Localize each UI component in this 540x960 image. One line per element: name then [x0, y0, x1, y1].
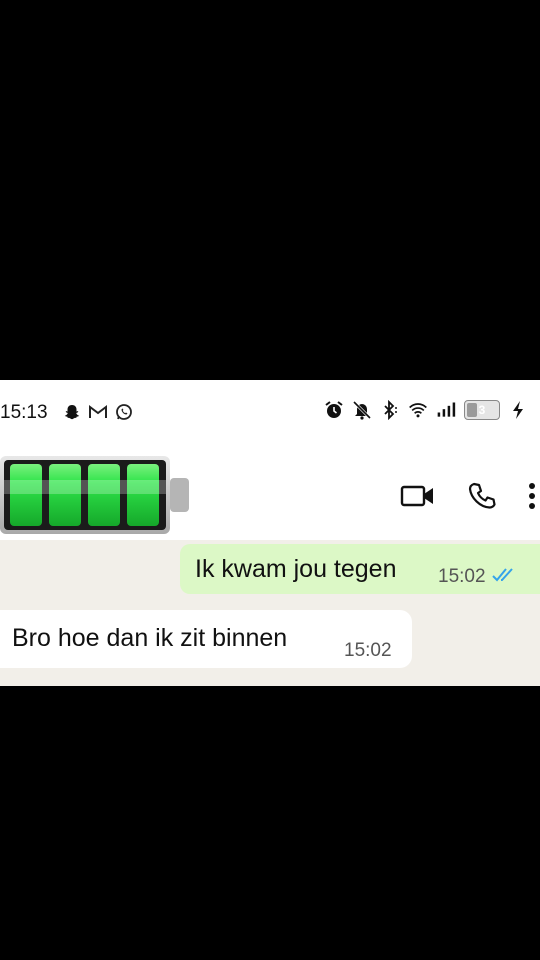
bluetooth-icon	[380, 400, 400, 420]
message-text: Ik kwam jou tegen	[195, 555, 397, 583]
message-time: 15:02	[344, 640, 392, 661]
battery-level: 3	[478, 403, 486, 417]
battery-indicator: 3	[464, 400, 500, 420]
more-options-icon[interactable]	[524, 478, 540, 514]
charging-icon	[508, 400, 528, 420]
header-actions	[398, 478, 540, 514]
phone-screen: 15:13 3 Ik kwam jou tegen 15:02 Bro hoe …	[0, 380, 540, 686]
notification-icons	[62, 402, 134, 422]
outgoing-message[interactable]: Ik kwam jou tegen 15:02	[180, 544, 540, 594]
message-text: Bro hoe dan ik zit binnen	[12, 624, 288, 652]
incoming-message[interactable]: Bro hoe dan ik zit binnen 15:02	[0, 610, 412, 668]
status-bar: 15:13 3	[0, 380, 540, 448]
battery-cell	[88, 464, 120, 526]
status-time: 15:13	[0, 402, 48, 423]
message-meta: 15:02	[438, 566, 518, 588]
message-time: 15:02	[438, 566, 486, 587]
wifi-icon	[408, 400, 428, 420]
battery-cell	[127, 464, 159, 526]
system-icons: 3	[324, 400, 528, 420]
read-receipt-icon	[491, 567, 518, 588]
gmail-icon	[88, 402, 108, 422]
chat-area: Ik kwam jou tegen 15:02 Bro hoe dan ik z…	[0, 540, 540, 686]
snapchat-icon	[62, 402, 82, 422]
signal-icon	[436, 400, 456, 420]
mute-icon	[352, 400, 372, 420]
battery-cell	[10, 464, 42, 526]
phone-call-icon[interactable]	[462, 478, 502, 514]
video-call-icon[interactable]	[398, 478, 438, 514]
whatsapp-icon	[114, 402, 134, 422]
alarm-icon	[324, 400, 344, 420]
chat-header	[0, 448, 540, 540]
full-battery-icon	[0, 454, 190, 536]
battery-cell	[49, 464, 81, 526]
